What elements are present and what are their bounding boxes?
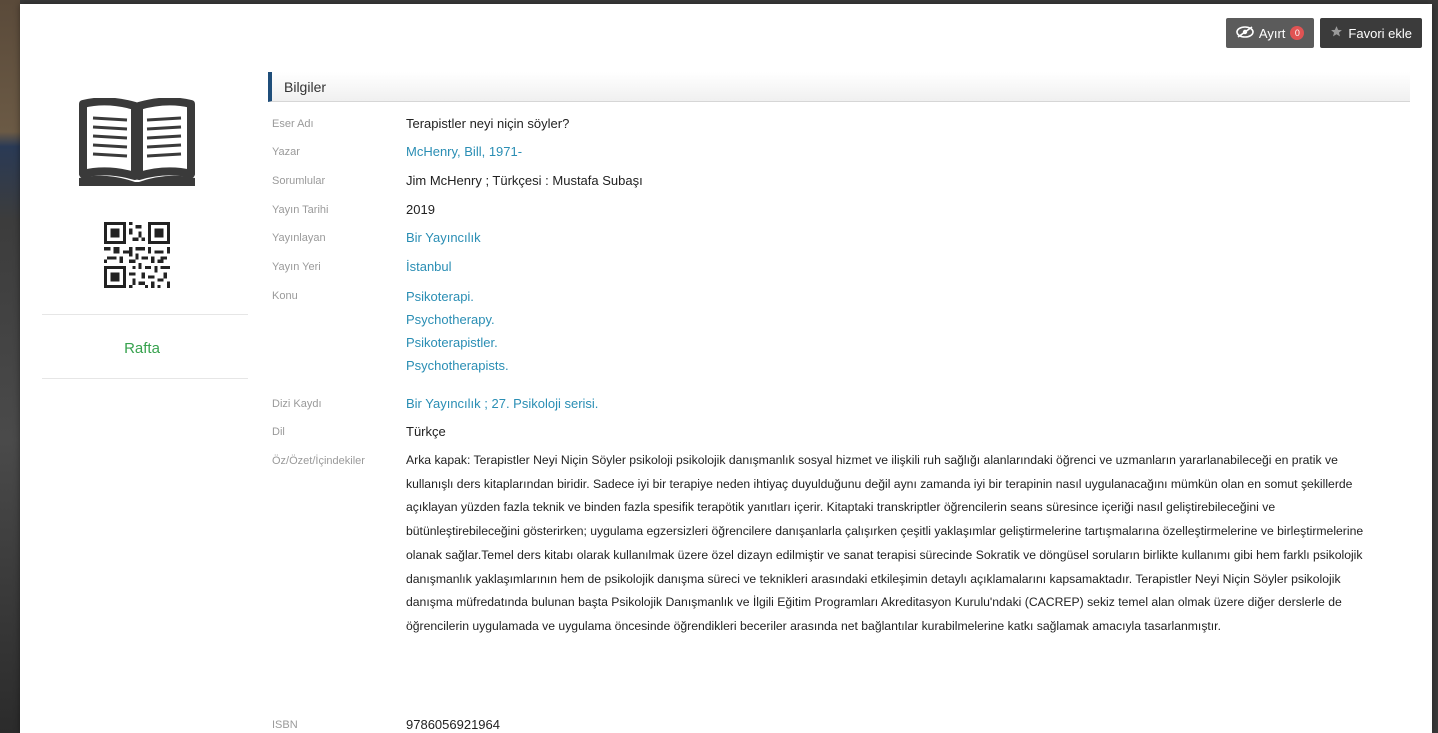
- field-label: Sorumlular: [272, 175, 326, 187]
- responsibility-value: Jim McHenry ; Türkçesi : Mustafa Subaşı: [406, 173, 643, 188]
- subject-list: Psikoterapi. Psychotherapy. Psikoterapis…: [406, 285, 509, 377]
- field-label: Dizi Kaydı: [272, 398, 322, 410]
- field-label: Yayın Yeri: [272, 261, 321, 273]
- field-label: Öz/Özet/İçindekiler: [272, 455, 365, 467]
- date-value: 2019: [406, 202, 435, 217]
- section-header: Bilgiler: [268, 72, 1410, 102]
- record-detail-panel: Ayırt 0 Favori ekle Rafta Bilgiler Eser …: [20, 4, 1432, 733]
- field-label: Dil: [272, 426, 285, 438]
- place-link[interactable]: İstanbul: [406, 255, 452, 279]
- book-icon: [77, 97, 197, 193]
- ayirt-count-badge: 0: [1290, 26, 1305, 40]
- field-label: Yayın Tarihi: [272, 204, 329, 216]
- subject-link[interactable]: Psychotherapy.: [406, 308, 509, 331]
- availability-status: Rafta: [124, 340, 160, 357]
- abstract-value: Arka kapak: Terapistler Neyi Niçin Söyle…: [406, 453, 1364, 633]
- subject-link[interactable]: Psikoterapistler.: [406, 331, 509, 354]
- eye-slash-icon: [1236, 25, 1254, 41]
- field-label: Yayınlayan: [272, 232, 326, 244]
- toolbar: Ayırt 0 Favori ekle: [1225, 18, 1422, 48]
- background-page-strip: [0, 0, 20, 733]
- favori-ekle-label: Favori ekle: [1348, 25, 1412, 41]
- publisher-link[interactable]: Bir Yayıncılık: [406, 226, 481, 250]
- field-label: Eser Adı: [272, 118, 314, 130]
- isbn-value: 9786056921964: [406, 717, 500, 732]
- series-link[interactable]: Bir Yayıncılık ; 27. Psikoloji serisi.: [406, 392, 598, 416]
- field-label: ISBN: [272, 719, 298, 731]
- star-icon: [1330, 25, 1343, 41]
- qr-code-icon: [104, 222, 170, 293]
- left-divider-top: [42, 314, 248, 315]
- field-label: Yazar: [272, 146, 300, 158]
- info-section: Bilgiler Eser Adı Terapistler neyi niçin…: [268, 72, 1410, 732]
- title-value: Terapistler neyi niçin söyler?: [406, 116, 570, 131]
- ayirt-button[interactable]: Ayırt 0: [1225, 18, 1315, 48]
- field-label: Konu: [272, 290, 298, 302]
- author-link[interactable]: McHenry, Bill, 1971-: [406, 140, 522, 164]
- subject-link[interactable]: Psikoterapi.: [406, 285, 509, 308]
- ayirt-label: Ayırt: [1258, 25, 1286, 41]
- language-value: Türkçe: [406, 424, 446, 439]
- subject-link[interactable]: Psychotherapists.: [406, 354, 509, 377]
- favori-ekle-button[interactable]: Favori ekle: [1320, 18, 1422, 48]
- left-divider-bottom: [42, 378, 248, 379]
